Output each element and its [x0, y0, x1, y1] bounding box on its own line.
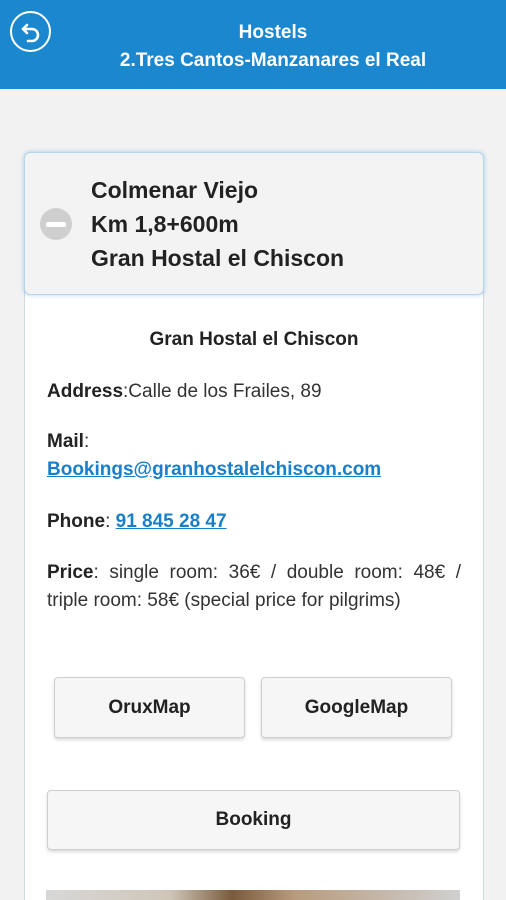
- price-row: Price: single room: 36€ / double room: 4…: [47, 559, 461, 615]
- mail-label: Mail: [47, 431, 84, 452]
- hostel-collapsible-header[interactable]: Colmenar Viejo Km 1,8+600m Gran Hostal e…: [24, 152, 484, 295]
- googlemap-button[interactable]: GoogleMap: [261, 677, 452, 738]
- booking-button[interactable]: Booking: [47, 790, 460, 850]
- phone-row: Phone: 91 845 28 47: [47, 508, 461, 536]
- collapsible-text: Colmenar Viejo Km 1,8+600m Gran Hostal e…: [91, 173, 344, 275]
- price-label: Price: [47, 562, 94, 583]
- collapsible-town: Colmenar Viejo: [91, 177, 259, 203]
- back-arrow-icon: [21, 23, 39, 42]
- price-value: : single room: 36€ / double room: 48€ / …: [47, 562, 461, 611]
- oruxmap-button[interactable]: OruxMap: [54, 677, 245, 738]
- back-button[interactable]: [10, 11, 51, 52]
- page-title: Hostels 2.Tres Cantos-Manzanares el Real: [60, 19, 486, 75]
- collapsible-hostel-name: Gran Hostal el Chiscon: [91, 245, 345, 271]
- collapsible-km: Km 1,8+600m: [91, 211, 239, 237]
- address-label: Address: [47, 381, 124, 402]
- mail-row: Mail: Bookings@granhostalelchiscon.com: [47, 428, 461, 484]
- mail-colon: :: [83, 431, 90, 452]
- hostel-photo: [46, 890, 460, 900]
- title-line-1: Hostels: [238, 22, 308, 43]
- app-header: Hostels 2.Tres Cantos-Manzanares el Real: [0, 0, 506, 89]
- phone-link[interactable]: 91 845 28 47: [116, 511, 227, 532]
- title-line-2: 2.Tres Cantos-Manzanares el Real: [119, 50, 427, 71]
- address-row: Address:Calle de los Frailes, 89: [47, 378, 461, 406]
- collapse-minus-icon: [40, 208, 72, 240]
- mail-link[interactable]: Bookings@granhostalelchiscon.com: [47, 459, 381, 480]
- phone-colon: :: [105, 511, 116, 532]
- hostel-name-heading: Gran Hostal el Chiscon: [149, 329, 359, 350]
- phone-label: Phone: [47, 511, 106, 532]
- address-value: :Calle de los Frailes, 89: [123, 381, 322, 402]
